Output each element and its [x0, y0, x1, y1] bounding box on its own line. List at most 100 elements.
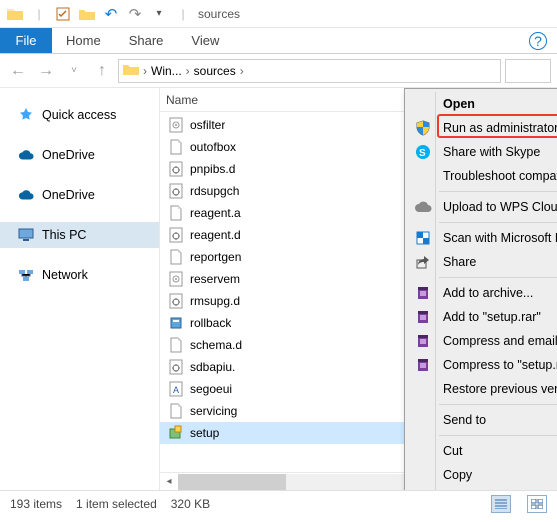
qat-properties-icon[interactable]: [52, 3, 74, 25]
status-count: 193 items: [10, 497, 62, 511]
nav-item-label: OneDrive: [42, 188, 95, 202]
skype-icon: S: [413, 142, 433, 162]
file-name: outofbox: [190, 140, 236, 154]
blank-icon: [168, 139, 184, 155]
nav-item-label: OneDrive: [42, 148, 95, 162]
file-name: reagent.a: [190, 206, 241, 220]
crumb-2[interactable]: sources: [194, 64, 236, 78]
file-name: sdbapiu.: [190, 360, 235, 374]
menu-item-run-as-administrator[interactable]: Run as administrator: [407, 116, 557, 140]
menu-item-label: Troubleshoot compatibility: [443, 169, 557, 183]
menu-item-copy[interactable]: Copy: [407, 463, 557, 487]
dll-icon: [168, 117, 184, 133]
net-icon: [18, 267, 34, 283]
menu-item-troubleshoot-compatibility[interactable]: Troubleshoot compatibility: [407, 164, 557, 188]
chevron-right-icon[interactable]: ›: [186, 64, 190, 78]
file-name: reservem: [190, 272, 240, 286]
menu-item-share-with-skype[interactable]: SShare with Skype: [407, 140, 557, 164]
menu-item-send-to[interactable]: Send to❯: [407, 408, 557, 432]
menu-item-open[interactable]: Open: [407, 92, 557, 116]
menu-item-upload-to-wps-cloud[interactable]: Upload to WPS Cloud: [407, 195, 557, 219]
menu-item-share[interactable]: Share: [407, 250, 557, 274]
star-icon: [18, 107, 34, 123]
share-icon: [413, 252, 433, 272]
menu-item-add-to-setup-rar[interactable]: Add to "setup.rar": [407, 305, 557, 329]
menu-item-label: Cut: [443, 444, 462, 458]
nav-item-network[interactable]: Network: [0, 262, 159, 288]
menu-item-cut[interactable]: Cut: [407, 439, 557, 463]
nav-item-label: Quick access: [42, 108, 116, 122]
cfg-icon: [168, 359, 184, 375]
defender-icon: [413, 228, 433, 248]
nav-item-label: Network: [42, 268, 88, 282]
cfg-icon: [168, 161, 184, 177]
dll-icon: [168, 271, 184, 287]
redo-icon[interactable]: ↷: [124, 3, 146, 25]
view-large-icon[interactable]: [527, 495, 547, 513]
cloud-icon: [18, 147, 34, 163]
file-list-pane: Name osfilteroutofboxpnpibs.drdsupgchrea…: [160, 88, 557, 490]
tab-home[interactable]: Home: [52, 28, 115, 53]
qat-divider: |: [28, 3, 50, 25]
menu-item-restore-previous-versions[interactable]: Restore previous versions: [407, 377, 557, 401]
window-title: sources: [198, 7, 240, 21]
nav-item-this-pc[interactable]: This PC: [0, 222, 159, 248]
help-icon[interactable]: ?: [529, 32, 547, 50]
nav-item-label: This PC: [42, 228, 86, 242]
menu-item-label: Restore previous versions: [443, 382, 557, 396]
file-name: segoeui: [190, 382, 232, 396]
menu-item-compress-to-setup-rar-and-email[interactable]: Compress to "setup.rar" and email: [407, 353, 557, 377]
file-name: reportgen: [190, 250, 241, 264]
nav-item-onedrive[interactable]: OneDrive: [0, 182, 159, 208]
file-name: setup: [190, 426, 219, 440]
nav-item-onedrive[interactable]: OneDrive: [0, 142, 159, 168]
menu-item-label: Add to archive...: [443, 286, 533, 300]
scroll-left-icon[interactable]: ◂: [160, 474, 178, 490]
tab-share[interactable]: Share: [115, 28, 178, 53]
search-input[interactable]: [505, 59, 551, 83]
rar-icon: [413, 355, 433, 375]
chevron-right-icon[interactable]: ›: [143, 64, 147, 78]
context-menu: Open Run as administrator SShare with Skyp…: [404, 88, 557, 490]
nav-item-quick-access[interactable]: Quick access: [0, 102, 159, 128]
menu-item-scan-with-microsoft-defender[interactable]: Scan with Microsoft Defender...: [407, 226, 557, 250]
file-name: rollback: [190, 316, 231, 330]
file-name: pnpibs.d: [190, 162, 235, 176]
address-bar: ← → ˅ ↑ › Win... › sources ›: [0, 54, 557, 88]
recent-dropdown-icon[interactable]: ˅: [62, 59, 86, 83]
breadcrumb[interactable]: › Win... › sources ›: [118, 59, 501, 83]
folder-icon: [4, 3, 26, 25]
menu-separator: [439, 277, 557, 278]
cloud-icon: [18, 187, 34, 203]
crumb-1[interactable]: Win...: [151, 64, 182, 78]
forward-button[interactable]: →: [34, 59, 58, 83]
chevron-right-icon[interactable]: ›: [240, 64, 244, 78]
menu-item-label: Run as administrator: [443, 121, 557, 135]
file-name: reagent.d: [190, 228, 241, 242]
status-size: 320 KB: [171, 497, 210, 511]
blank-icon: [168, 249, 184, 265]
menu-item-label: Open: [443, 97, 475, 111]
blank-icon: [168, 205, 184, 221]
view-details-icon[interactable]: [491, 495, 511, 513]
file-tab[interactable]: File: [0, 28, 52, 53]
undo-icon[interactable]: ↶: [100, 3, 122, 25]
qat-newfolder-icon[interactable]: [76, 3, 98, 25]
scroll-thumb[interactable]: [178, 474, 286, 490]
menu-item-label: Share: [443, 255, 476, 269]
menu-separator: [439, 191, 557, 192]
menu-item-compress-and-email[interactable]: Compress and email...: [407, 329, 557, 353]
back-button[interactable]: ←: [6, 59, 30, 83]
svg-text:S: S: [419, 148, 426, 159]
tab-view[interactable]: View: [177, 28, 233, 53]
cloud-icon: [413, 197, 433, 217]
file-name: osfilter: [190, 118, 225, 132]
menu-item-label: Add to "setup.rar": [443, 310, 541, 324]
qat-dropdown-icon[interactable]: ▾: [148, 3, 170, 25]
rar-icon: [413, 283, 433, 303]
font-icon: A: [168, 381, 184, 397]
menu-item-add-to-archive[interactable]: Add to archive...: [407, 281, 557, 305]
menu-separator: [439, 222, 557, 223]
up-button[interactable]: ↑: [90, 59, 114, 83]
menu-item-label: Compress to "setup.rar" and email: [443, 358, 557, 372]
